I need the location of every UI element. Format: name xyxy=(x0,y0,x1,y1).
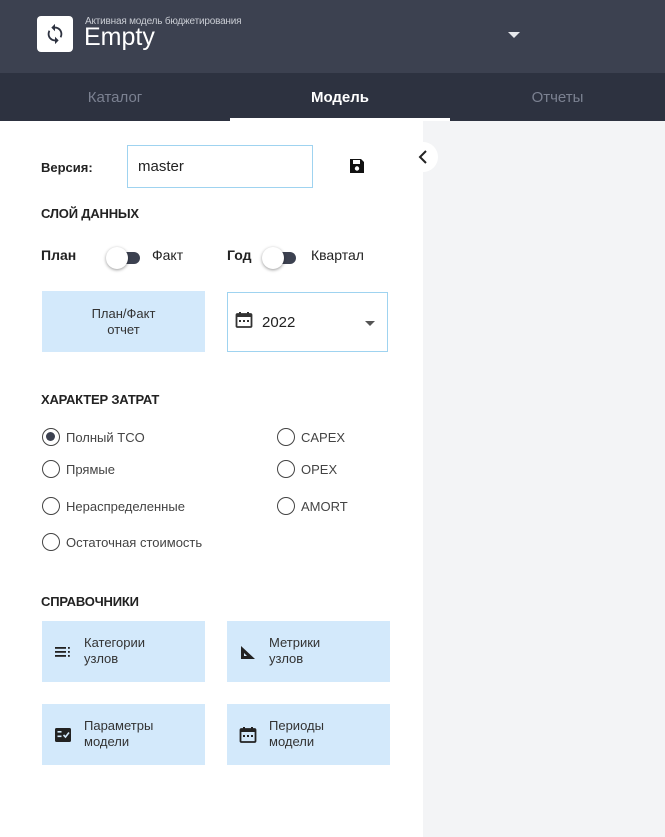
references-title: СПРАВОЧНИКИ xyxy=(41,594,139,609)
main-tabs: Каталог Модель Отчеты xyxy=(0,73,665,121)
model-periods-button[interactable]: Периоды модели xyxy=(227,704,390,765)
checklist-icon xyxy=(55,728,71,742)
toggle-plan-label: План xyxy=(41,247,77,263)
radio-amort[interactable]: AMORT xyxy=(277,497,348,515)
chevron-left-icon xyxy=(418,150,427,164)
model-header[interactable]: Активная модель бюджетирования Empty xyxy=(0,0,665,73)
year-quarter-toggle[interactable] xyxy=(262,247,298,269)
year-value: 2022 xyxy=(262,314,296,331)
radio-unallocated[interactable]: Нераспределенные xyxy=(42,497,185,515)
year-select[interactable]: 2022 xyxy=(227,292,388,352)
tab-reports[interactable]: Отчеты xyxy=(450,73,665,121)
plan-fact-report-button[interactable]: План/Факт отчет xyxy=(42,291,205,352)
chevron-down-icon xyxy=(365,321,375,326)
data-layer-title: СЛОЙ ДАННЫХ xyxy=(41,206,139,221)
tab-catalog[interactable]: Каталог xyxy=(0,73,230,121)
radio-opex[interactable]: OPEX xyxy=(277,460,337,478)
radio-label: Нераспределенные xyxy=(66,498,185,514)
version-label: Версия: xyxy=(41,160,93,175)
list-icon xyxy=(55,647,70,657)
content-area xyxy=(423,121,665,837)
radio-direct[interactable]: Прямые xyxy=(42,460,115,478)
tab-model[interactable]: Модель xyxy=(230,73,450,121)
collapse-panel-button[interactable] xyxy=(408,142,438,172)
radio-residual-value[interactable]: Остаточная стоимость xyxy=(42,533,202,551)
radio-capex[interactable]: CAPEX xyxy=(277,428,345,446)
radio-label: Прямые xyxy=(66,461,115,477)
model-periods-label: Периоды модели xyxy=(269,718,324,749)
version-input[interactable] xyxy=(127,145,313,188)
node-metrics-label: Метрики узлов xyxy=(269,635,321,666)
plan-fact-toggle[interactable] xyxy=(106,247,142,269)
radio-label: OPEX xyxy=(301,461,338,477)
node-metrics-button[interactable]: Метрики узлов xyxy=(227,621,390,682)
chevron-down-icon[interactable] xyxy=(508,32,520,38)
model-name[interactable]: Empty xyxy=(84,22,155,52)
cost-nature-title: ХАРАКТЕР ЗАТРАТ xyxy=(41,392,160,407)
toggle-fact-label: Факт xyxy=(152,247,184,263)
node-categories-label: Категории узлов xyxy=(84,635,145,666)
toggle-year-label: Год xyxy=(227,247,252,263)
model-parameters-button[interactable]: Параметры модели xyxy=(42,704,205,765)
calendar-icon xyxy=(235,312,253,328)
calendar-icon xyxy=(239,727,257,743)
node-categories-button[interactable]: Категории узлов xyxy=(42,621,205,682)
radio-full-tco[interactable]: Полный TCO xyxy=(42,428,145,446)
radio-label: CAPEX xyxy=(301,429,346,445)
save-icon[interactable] xyxy=(349,158,365,174)
model-parameters-label: Параметры модели xyxy=(84,718,154,749)
toggle-quarter-label: Квартал xyxy=(311,247,364,263)
radio-label: Остаточная стоимость xyxy=(66,534,203,550)
sync-icon[interactable] xyxy=(37,16,73,52)
radio-label: AMORT xyxy=(301,498,348,514)
radio-label: Полный TCO xyxy=(66,429,145,445)
ruler-icon xyxy=(241,646,255,659)
